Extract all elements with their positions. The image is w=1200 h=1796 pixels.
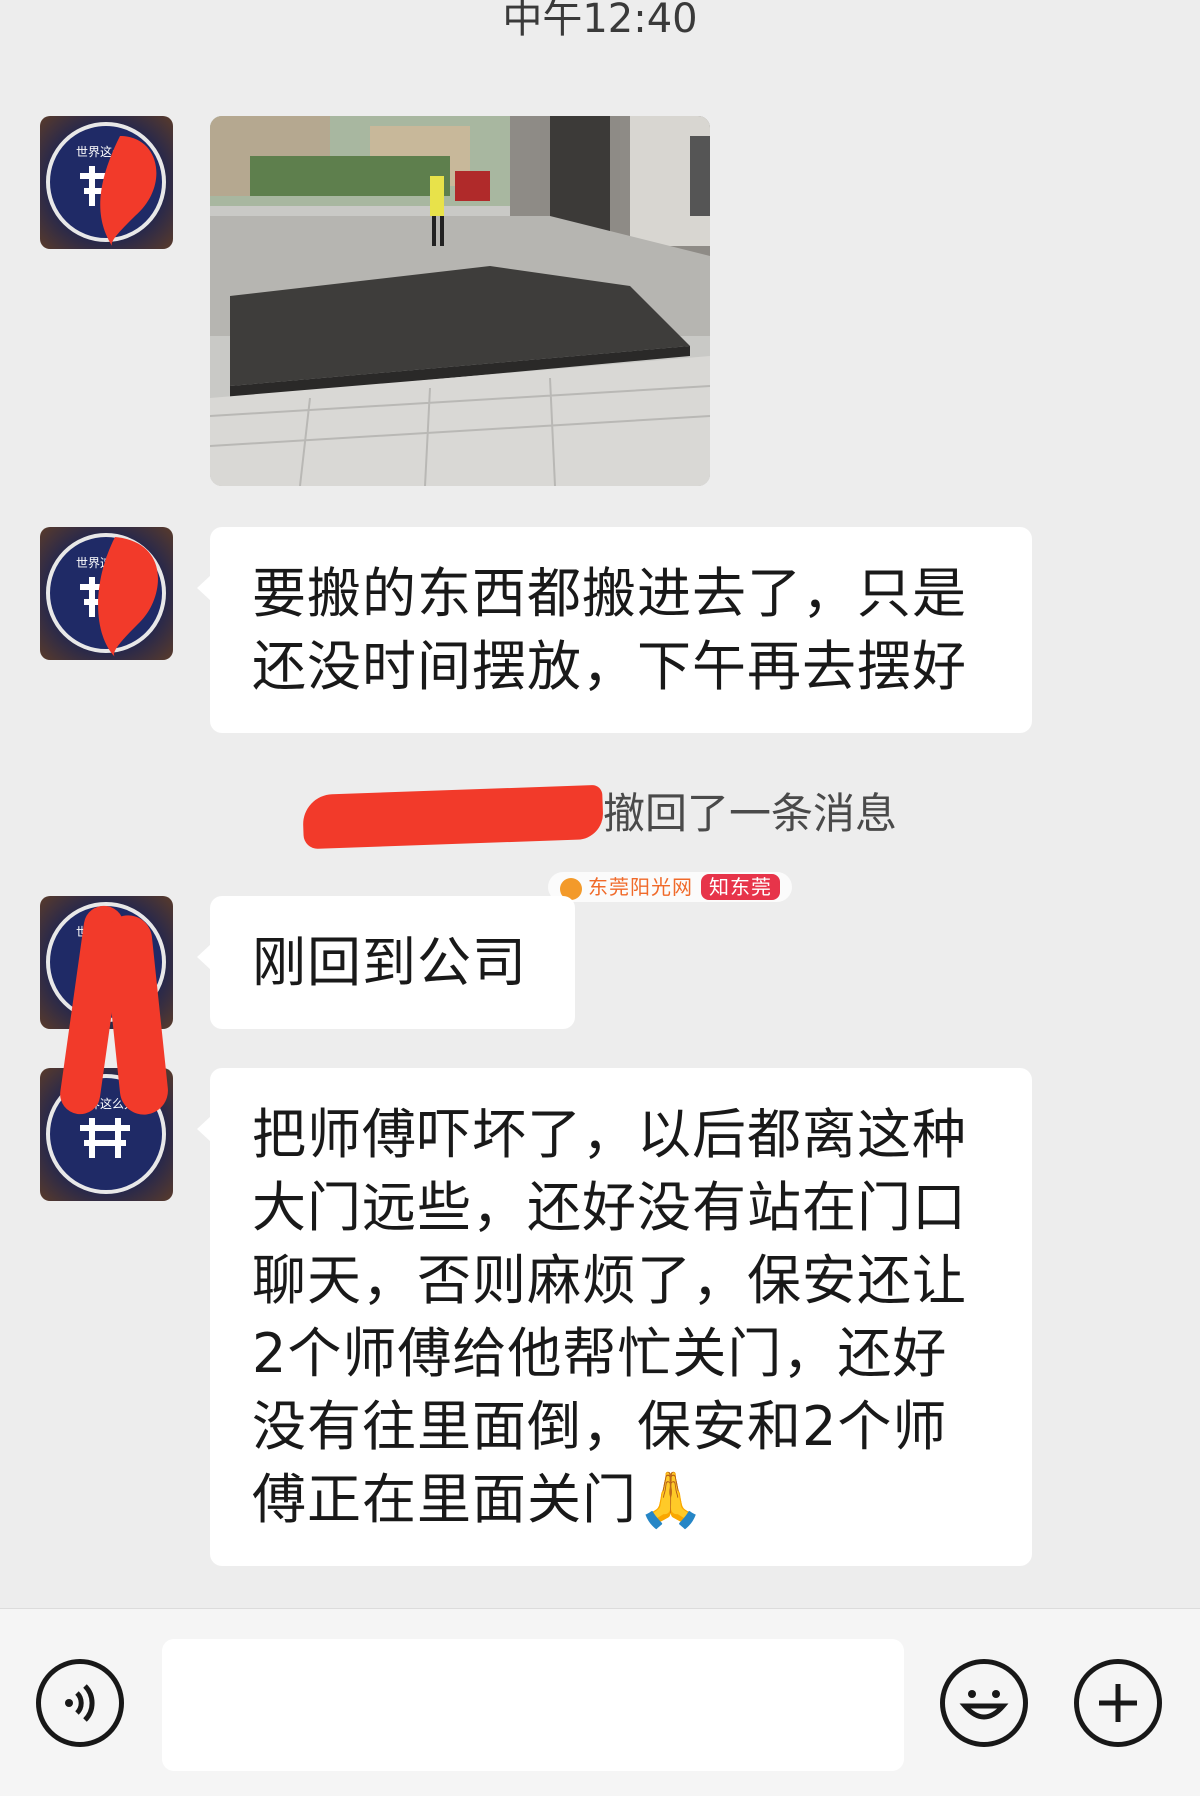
avatar[interactable]: 世界这么大 (40, 116, 173, 249)
store-logo-avatar-icon: 世界这么大 (46, 533, 166, 657)
message-line: 把师傅吓坏了，以后都离这种 (252, 1103, 967, 1166)
plus-button[interactable] (1074, 1659, 1162, 1747)
chat-bubble[interactable]: 要搬的东西都搬进去了，只是 还没时间摆放，下午再去摆好 (197, 527, 1032, 733)
watermark-left: 东莞阳光网 (588, 875, 693, 899)
message-line: 刚回到公司 (252, 931, 527, 994)
emoji-button[interactable] (940, 1659, 1028, 1747)
watermark: 东莞阳光网 知东莞 (548, 872, 792, 902)
storefront-photo[interactable] (210, 116, 710, 486)
message-line: 2个师傅给他帮忙关门，还好 (252, 1322, 948, 1385)
redacted-name (302, 784, 604, 849)
avatar[interactable]: 世界这么大 (40, 527, 173, 660)
chat-bubble[interactable]: 把师傅吓坏了，以后都离这种 大门远些，还好没有站在门口 聊天，否则麻烦了，保安还… (197, 1068, 1032, 1566)
message-line: 傅正在里面关门🙏 (252, 1468, 706, 1531)
message-line: 要搬的东西都搬进去了，只是 (252, 562, 967, 625)
recall-text: 撤回了一条消息 (602, 789, 897, 838)
store-logo-avatar-icon: 世界这么大 (46, 122, 166, 246)
storefront-photo-icon (210, 116, 710, 486)
voice-button[interactable] (36, 1659, 124, 1747)
voice-icon (65, 1684, 95, 1722)
message-line: 没有往里面倒，保安和2个师 (252, 1395, 948, 1458)
emoji-icon (959, 1690, 1009, 1720)
message-line: 还没时间摆放，下午再去摆好 (252, 635, 967, 698)
message-line: 聊天，否则麻烦了，保安还让 (252, 1249, 967, 1312)
recall-notice: 撤回了一条消息 (0, 780, 1200, 849)
timestamp: 中午12:40 (502, 0, 698, 42)
message-line: 大门远些，还好没有站在门口 (252, 1176, 967, 1239)
watermark-right: 知东莞 (701, 874, 780, 900)
input-bar (0, 1608, 1200, 1796)
message-input[interactable] (162, 1639, 904, 1771)
plus-icon (1099, 1684, 1137, 1722)
chat-bubble[interactable]: 刚回到公司 (197, 896, 575, 1029)
